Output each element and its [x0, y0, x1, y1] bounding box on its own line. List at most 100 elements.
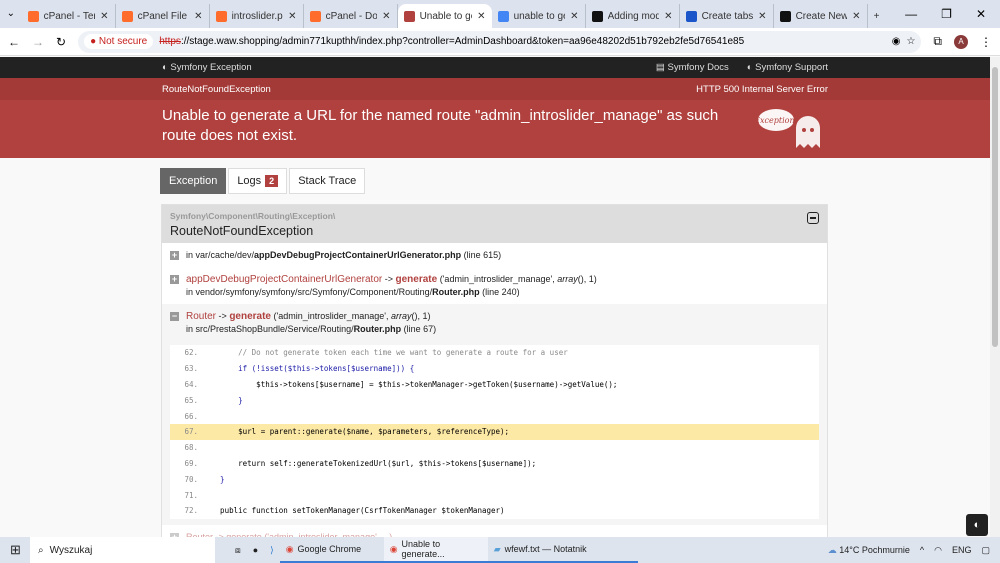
trace-args: ('admin_introslider_manage', [439, 274, 558, 284]
bookmark-star-icon[interactable]: ☆ [906, 36, 915, 47]
address-bar-row: ← → ↻ ● Not secure https://stage.waw.sho… [0, 28, 1000, 56]
code-text: // Do not generate token each time we wa… [202, 348, 568, 358]
tab-title: Create tabs i [701, 10, 754, 22]
trace-args-array: array [391, 311, 412, 321]
symfony-support-link[interactable]: ◐ Symfony Support [747, 62, 828, 73]
scrollbar-thumb[interactable] [992, 67, 998, 347]
browser-tab[interactable]: Adding mod ✕ [586, 4, 680, 28]
code-line: 70. } [170, 471, 819, 487]
line-number: 68. [184, 443, 198, 453]
view-icon[interactable]: ◉ [892, 36, 901, 47]
close-tab-icon[interactable]: ✕ [477, 11, 485, 22]
restore-icon[interactable]: ❐ [941, 7, 952, 21]
profile-avatar[interactable]: A [954, 34, 968, 49]
svg-text:Exception!: Exception! [756, 116, 798, 125]
code-text: } [202, 395, 243, 405]
close-tab-icon[interactable]: ✕ [570, 11, 578, 22]
line-number: 71. [184, 490, 198, 500]
close-tab-icon[interactable]: ✕ [194, 11, 202, 22]
trace-path: in src/PrestaShopBundle/Service/Routing/ [186, 324, 354, 334]
app-label: Google Chrome [297, 544, 362, 554]
close-tab-icon[interactable]: ✕ [758, 11, 766, 22]
symfony-toolbar-button[interactable]: ◐ [966, 514, 988, 536]
windows-start-icon[interactable]: ⊞ [10, 542, 21, 558]
trace-item[interactable]: + in var/cache/dev/appDevDebugProjectCon… [162, 243, 827, 267]
search-icon: ⌕ [38, 544, 44, 556]
symfony-docs-link[interactable]: ▤ Symfony Docs [656, 62, 729, 73]
not-secure-badge[interactable]: ● Not secure [84, 34, 154, 49]
tab-title: Unable to ge [419, 10, 473, 22]
trace-item[interactable]: + appDevDebugProjectContainerUrlGenerato… [162, 267, 827, 304]
code-text: $this->tokens[$username] = $this->tokenM… [202, 379, 618, 389]
close-tab-icon[interactable]: ✕ [852, 11, 860, 22]
search-placeholder: Wyszukaj [49, 544, 93, 556]
browser-tab-bar: ⌄ cPanel - Term✕cPanel File M✕introslide… [0, 0, 1000, 28]
tab-logs[interactable]: Logs 2 [228, 168, 288, 194]
browser-tab[interactable]: Create tabs i ✕ [680, 4, 774, 28]
new-tab-button[interactable]: + [868, 4, 892, 28]
exception-message-box: Unable to generate a URL for the named r… [0, 100, 990, 158]
browser-tab[interactable]: cPanel - Dom ✕ [304, 4, 398, 28]
tab-exception[interactable]: Exception [160, 168, 227, 194]
browser-tab[interactable]: Unable to ge ✕ [397, 4, 492, 28]
close-tab-icon[interactable]: ✕ [664, 11, 672, 22]
wifi-icon[interactable]: ◠ [934, 545, 942, 556]
close-window-icon[interactable]: ✕ [976, 7, 986, 21]
tray-chevron-icon[interactable]: ^ [920, 545, 924, 555]
brand-label: Symfony Exception [170, 62, 252, 73]
forward-icon[interactable]: → [32, 35, 44, 49]
browser-tab[interactable]: cPanel - Term ✕ [22, 4, 116, 28]
collapse-trace-icon[interactable]: − [170, 312, 179, 321]
browser-tab[interactable]: cPanel File M ✕ [116, 4, 210, 28]
status-bar: RouteNotFoundException HTTP 500 Internal… [0, 78, 990, 100]
minimize-icon[interactable]: — [905, 7, 917, 21]
exception-ghost-icon: Exception! [756, 109, 820, 148]
tab-stack-trace[interactable]: Stack Trace [289, 168, 366, 194]
close-tab-icon[interactable]: ✕ [100, 11, 108, 22]
browser-tab[interactable]: introslider.ph ✕ [210, 4, 304, 28]
browser-tab[interactable]: Create New ✕ [774, 4, 868, 28]
trace-path: in vendor/symfony/symfony/src/Symfony/Co… [186, 287, 433, 297]
url-bar[interactable]: ● Not secure https://stage.waw.shopping/… [78, 30, 922, 53]
exception-panel: Symfony\Component\Routing\Exception\ Rou… [161, 204, 828, 544]
taskbar-app-chrome[interactable]: ◉ Google Chrome [279, 537, 384, 563]
exception-namespace: Symfony\Component\Routing\Exception\ [170, 211, 336, 221]
code-text: } [202, 474, 225, 484]
trace-args: ('admin_introslider_manage', [273, 311, 392, 321]
language-indicator[interactable]: ENG [952, 545, 972, 555]
reload-icon[interactable]: ↻ [56, 35, 66, 49]
menu-icon[interactable]: ⋮ [980, 35, 992, 49]
line-number: 72. [184, 506, 198, 516]
trace-function: generate [395, 274, 438, 285]
page-scrollbar[interactable] [990, 57, 1000, 537]
line-number: 70. [184, 474, 198, 484]
notifications-icon[interactable]: ▢ [981, 545, 990, 556]
expand-icon[interactable]: + [170, 251, 179, 260]
tab-search-icon[interactable]: ⌄ [0, 0, 22, 28]
close-tab-icon[interactable]: ✕ [382, 11, 390, 22]
obs-icon[interactable]: ● [247, 537, 264, 563]
app-label: wfewf.txt — Notatnik [504, 544, 587, 554]
webflow-icon [685, 10, 697, 22]
task-view-icon[interactable]: ⧈ [229, 537, 247, 563]
code-text: public function setTokenManager(CsrfToke… [202, 506, 505, 516]
extensions-icon[interactable]: ⧉ [933, 34, 942, 49]
url-scheme: https [159, 36, 181, 47]
browser-tab[interactable]: unable to ge ✕ [492, 4, 586, 28]
trace-function: generate [229, 311, 271, 322]
weather-widget[interactable]: ☁ 14°C Pochmurnie [828, 545, 910, 556]
expand-icon[interactable]: + [170, 275, 179, 284]
chrome-icon: ◉ [285, 543, 294, 554]
taskbar-search[interactable]: ⌕ Wyszukaj [30, 537, 215, 563]
cpanel-icon [309, 10, 321, 22]
close-tab-icon[interactable]: ✕ [288, 11, 296, 22]
tab-title: cPanel File M [137, 10, 190, 22]
back-icon[interactable]: ← [8, 35, 20, 49]
trace-item-expanded[interactable]: − Router -> generate ('admin_introslider… [162, 304, 827, 341]
trace-args-end: (), 1) [577, 274, 597, 284]
vscode-icon[interactable]: ⟩ [264, 537, 280, 563]
symfony-brand: ◐ Symfony Exception [162, 62, 252, 73]
taskbar-app-chrome-window[interactable]: ◉ Unable to generate... [383, 537, 488, 563]
taskbar-app-notepad[interactable]: ▰ wfewf.txt — Notatnik [487, 537, 638, 563]
collapse-icon[interactable] [807, 212, 819, 224]
